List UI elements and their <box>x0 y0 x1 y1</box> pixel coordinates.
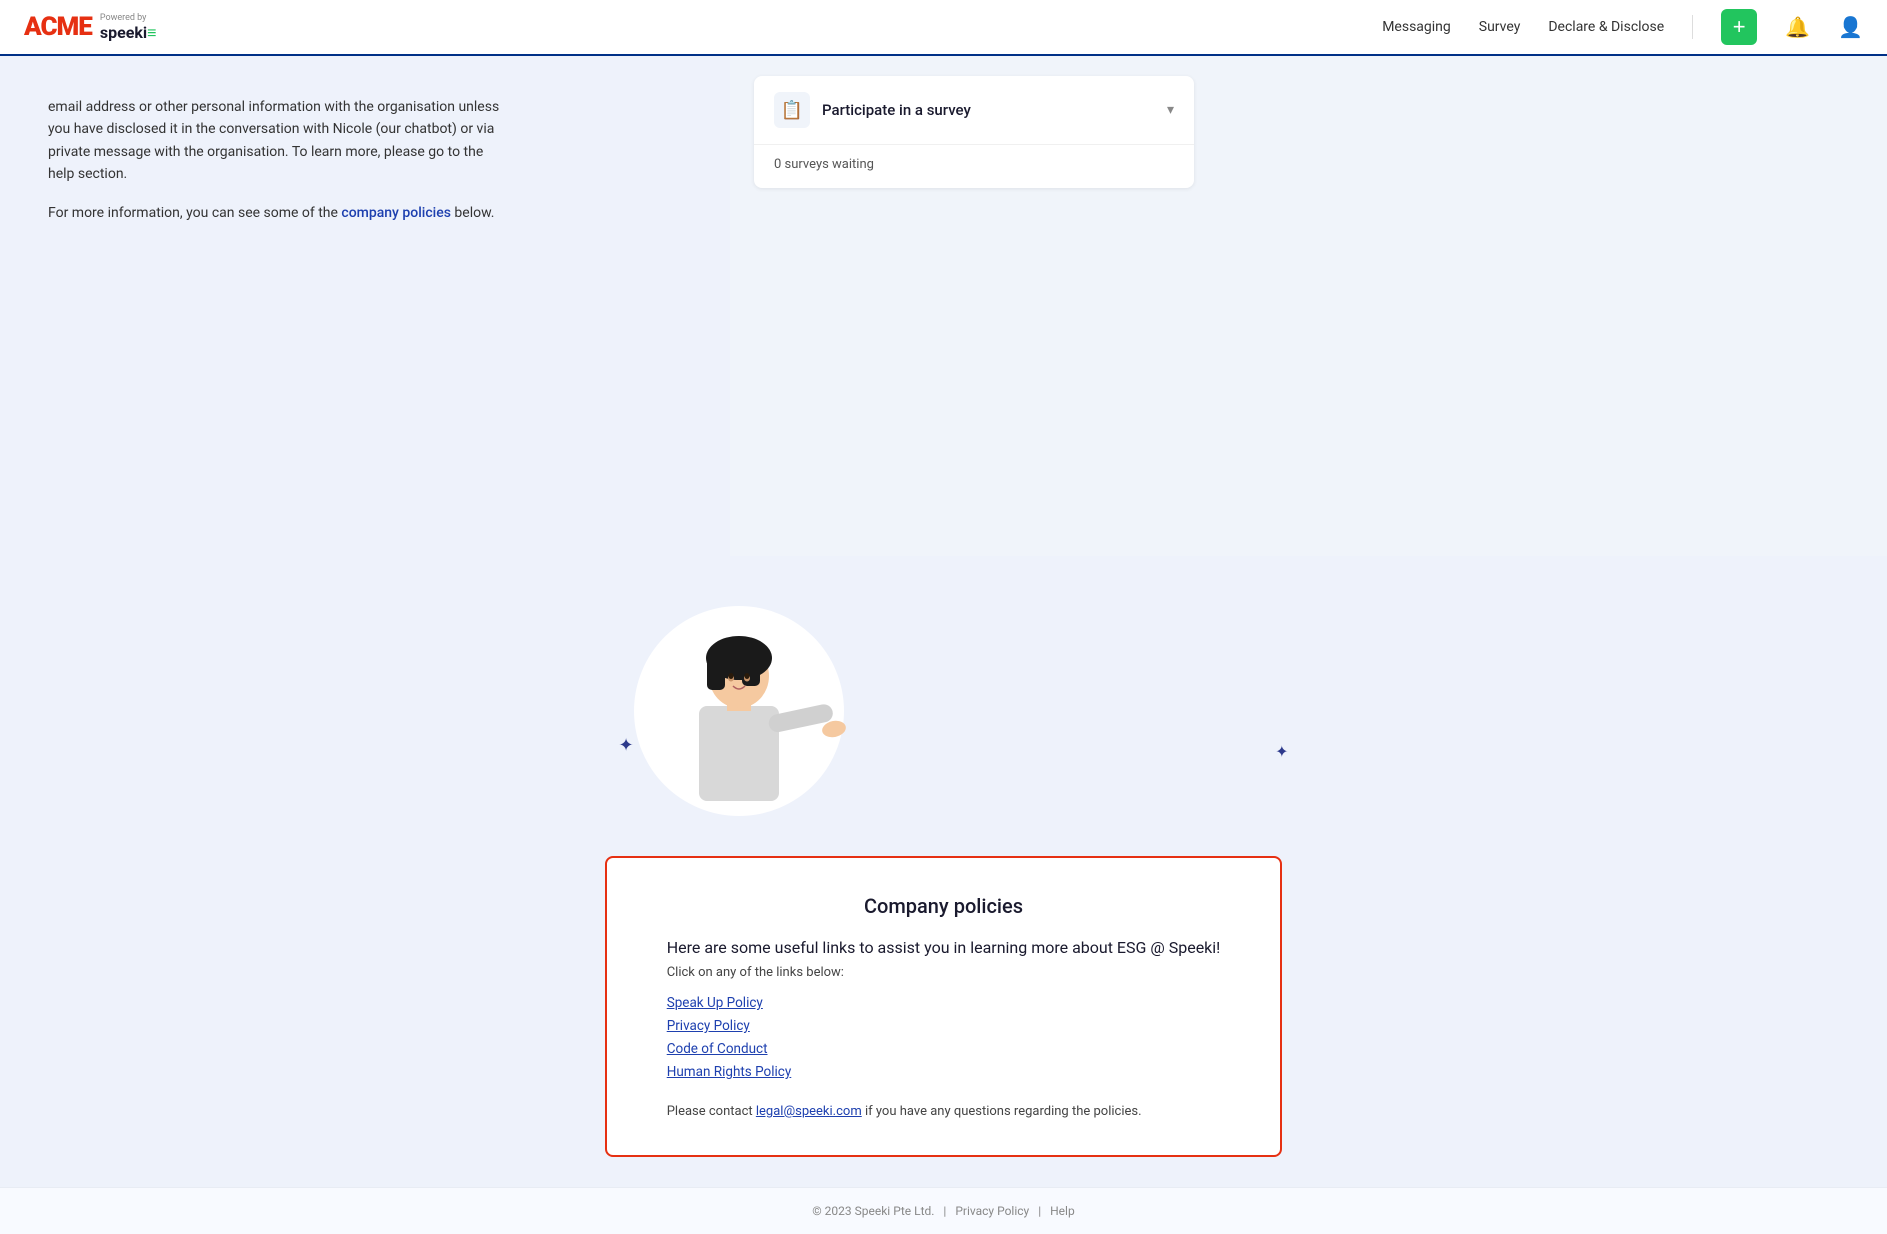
survey-card-header[interactable]: 📋 Participate in a survey ▾ <box>754 76 1194 144</box>
list-item: Privacy Policy <box>667 1015 1221 1034</box>
survey-card: 📋 Participate in a survey ▾ 0 surveys wa… <box>754 76 1194 188</box>
footer-copyright: © 2023 Speeki Pte Ltd. <box>812 1204 934 1218</box>
right-panel: 📋 Participate in a survey ▾ 0 surveys wa… <box>730 56 1887 556</box>
header: ACME Powered by speeki≡ Messaging Survey… <box>0 0 1887 56</box>
survey-card-body: 0 surveys waiting <box>754 144 1194 188</box>
survey-count-text: 0 surveys waiting <box>774 145 1174 172</box>
intro-paragraph1: email address or other personal informat… <box>48 96 508 186</box>
policies-subtitle: Here are some useful links to assist you… <box>667 938 1221 957</box>
logo-area: ACME Powered by speeki≡ <box>24 12 156 42</box>
footer-sep-1: | <box>943 1204 946 1218</box>
left-intro: email address or other personal informat… <box>0 56 730 280</box>
policies-card-title: Company policies <box>667 894 1221 918</box>
policies-instruction: Click on any of the links below: <box>667 965 1221 980</box>
speeki-dot: ≡ <box>147 25 156 41</box>
survey-icon-wrapper: 📋 <box>774 92 810 128</box>
speak-up-policy-link[interactable]: Speak Up Policy <box>667 995 763 1011</box>
avatar-area: ✦ ✦ <box>579 586 1309 816</box>
intro-p2-suffix: below. <box>451 205 495 221</box>
plus-decoration-3: ✦ <box>1275 742 1288 761</box>
avatar-svg <box>629 586 849 826</box>
policies-card: Company policies Here are some useful li… <box>605 856 1283 1157</box>
user-icon[interactable]: 👤 <box>1838 15 1863 39</box>
list-item: Speak Up Policy <box>667 992 1221 1011</box>
top-section: email address or other personal informat… <box>0 56 1887 556</box>
avatar-circle-container <box>619 586 859 816</box>
bell-icon[interactable]: 🔔 <box>1785 15 1810 39</box>
company-policies-link[interactable]: company policies <box>341 205 451 221</box>
list-item: Human Rights Policy <box>667 1061 1221 1080</box>
powered-by-label: Powered by <box>100 14 147 23</box>
add-button[interactable]: + <box>1721 9 1757 45</box>
bottom-section: Company policies Here are some useful li… <box>0 846 1887 1187</box>
contact-email-link[interactable]: legal@speeki.com <box>756 1104 862 1119</box>
nav-declare-disclose[interactable]: Declare & Disclose <box>1548 19 1664 35</box>
intro-paragraph2: For more information, you can see some o… <box>48 202 508 224</box>
nav-divider <box>1692 15 1693 39</box>
contact-prefix: Please contact <box>667 1104 756 1119</box>
code-of-conduct-link[interactable]: Code of Conduct <box>667 1041 768 1057</box>
powered-by-area: Powered by speeki≡ <box>100 14 157 41</box>
intro-p2-prefix: For more information, you can see some o… <box>48 205 341 221</box>
nav-messaging[interactable]: Messaging <box>1382 19 1451 35</box>
list-item: Code of Conduct <box>667 1038 1221 1057</box>
survey-chevron-icon: ▾ <box>1167 102 1174 118</box>
privacy-policy-link[interactable]: Privacy Policy <box>667 1018 750 1034</box>
contact-suffix: if you have any questions regarding the … <box>862 1104 1142 1119</box>
footer-help-link[interactable]: Help <box>1050 1204 1075 1218</box>
policies-links-list: Speak Up Policy Privacy Policy Code of C… <box>667 992 1221 1080</box>
policies-contact: Please contact legal@speeki.com if you h… <box>667 1104 1221 1119</box>
survey-header-left: 📋 Participate in a survey <box>774 92 971 128</box>
nav-survey[interactable]: Survey <box>1479 19 1521 35</box>
page-body: email address or other personal informat… <box>0 56 1887 1234</box>
survey-card-title: Participate in a survey <box>822 101 971 119</box>
acme-logo: ACME <box>24 12 92 42</box>
footer-sep-2: | <box>1038 1204 1041 1218</box>
human-rights-policy-link[interactable]: Human Rights Policy <box>667 1064 792 1080</box>
footer: © 2023 Speeki Pte Ltd. | Privacy Policy … <box>0 1187 1887 1234</box>
speeki-logo: speeki≡ <box>100 25 157 41</box>
footer-privacy-link[interactable]: Privacy Policy <box>955 1204 1029 1218</box>
main-nav: Messaging Survey Declare & Disclose + 🔔 … <box>1382 9 1863 45</box>
avatar-section: ✦ ✦ <box>0 556 1887 846</box>
survey-icon: 📋 <box>781 100 803 121</box>
